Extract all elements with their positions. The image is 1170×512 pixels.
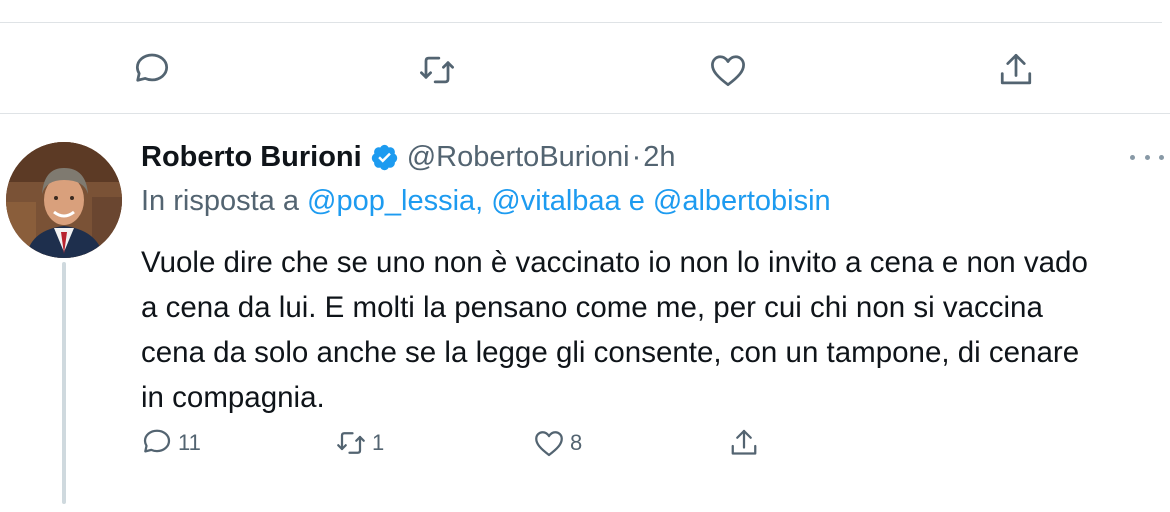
separator-dot: · [631, 140, 642, 173]
like-button[interactable]: 8 [531, 425, 582, 461]
retweet-icon[interactable] [415, 48, 459, 92]
share-icon[interactable] [994, 48, 1038, 92]
tweet-text-line: a cena da lui. E molti la pensano come m… [141, 291, 1043, 324]
share-icon [731, 429, 757, 455]
like-icon [535, 431, 563, 457]
tweet-actions: 11 1 8 [0, 425, 1170, 465]
author-name[interactable]: Roberto Burioni [141, 141, 362, 174]
tweet-header: Roberto Burioni @RobertoBurioni · 2h [141, 137, 676, 177]
reply-button[interactable]: 11 [139, 425, 201, 461]
reply-context: In risposta a @pop_lessia, @vitalbaa e @… [141, 185, 831, 218]
avatar[interactable] [6, 142, 122, 258]
tweet-text-line: in compagnia. [141, 381, 325, 414]
reply-prefix: In risposta a [141, 185, 299, 217]
tweet-text: Vuole dire che se uno non è vaccinato io… [141, 240, 1166, 420]
author-handle[interactable]: @RobertoBurioni [407, 141, 630, 174]
tweet-text-line: Vuole dire che se uno non è vaccinato io… [141, 246, 1088, 279]
like-icon[interactable] [706, 48, 750, 92]
more-options-icon[interactable] [1130, 150, 1164, 164]
top-divider [0, 22, 1162, 23]
tweet-text-line: cena da solo anche se la legge gli conse… [141, 336, 1080, 369]
retweet-icon [337, 432, 365, 454]
timestamp[interactable]: 2h [643, 141, 675, 174]
share-button[interactable] [726, 425, 762, 461]
retweet-count: 1 [372, 430, 385, 455]
like-count: 8 [570, 430, 583, 455]
reply-icon[interactable] [130, 48, 174, 92]
retweet-button[interactable]: 1 [333, 425, 384, 461]
reply-icon [143, 429, 171, 453]
reply-mentions[interactable]: @pop_lessia, @vitalbaa e @albertobisin [307, 185, 831, 217]
tweet-divider [0, 113, 1170, 114]
main-tweet-actions [0, 40, 1170, 100]
reply-count: 11 [178, 430, 201, 455]
thread-line [62, 262, 66, 504]
verified-badge-icon [371, 144, 397, 170]
